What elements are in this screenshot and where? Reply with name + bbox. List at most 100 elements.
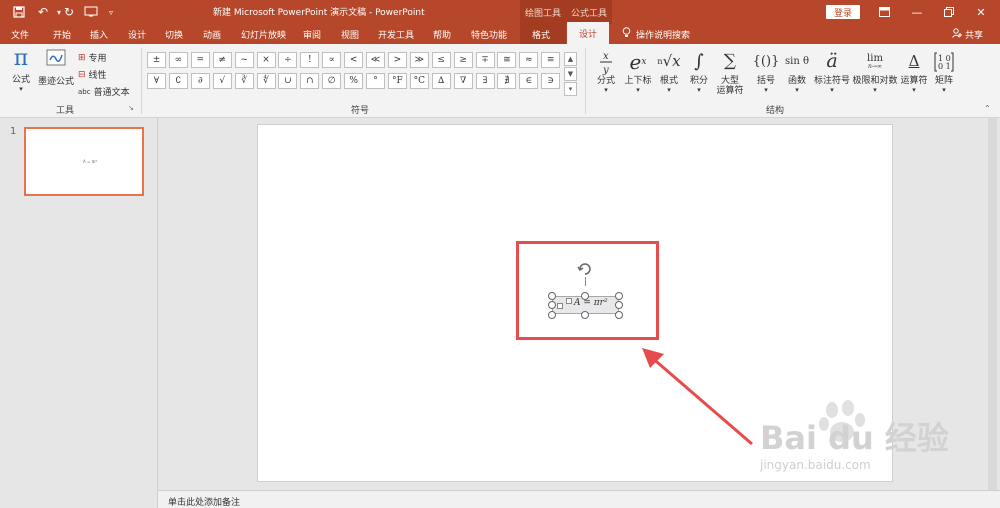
symbol-button[interactable]: ∛ xyxy=(234,73,254,89)
tab-slideshow[interactable]: 幻灯片放映 xyxy=(241,24,286,44)
tab-insert[interactable]: 插入 xyxy=(90,24,108,44)
tab-animations[interactable]: 动画 xyxy=(203,24,221,44)
symbol-button[interactable]: ∩ xyxy=(300,73,320,89)
limit-log-button[interactable]: lim n→∞ 极限和对数 ▾ xyxy=(852,48,898,95)
plain-text-button[interactable]: abc 普通文本 xyxy=(78,84,130,99)
tab-help[interactable]: 帮助 xyxy=(433,24,451,44)
symbol-button[interactable]: ≈ xyxy=(519,52,539,68)
dropdown-icon: ▾ xyxy=(912,86,916,95)
notes-pane[interactable]: 单击此处添加备注 xyxy=(158,490,1000,508)
fraction-icon: xy xyxy=(599,48,613,76)
customize-toolbar-icon[interactable]: ▿ xyxy=(102,3,120,21)
slide-thumbnail[interactable]: A = πr² xyxy=(24,127,144,196)
symbol-button[interactable]: ∆ xyxy=(431,73,451,89)
symbol-button[interactable]: ∪ xyxy=(278,73,298,89)
symbol-button[interactable]: ≠ xyxy=(212,52,232,68)
fraction-button[interactable]: xy 分式 ▾ xyxy=(594,48,618,94)
share-button[interactable]: 共享 xyxy=(952,24,983,44)
tab-home[interactable]: 开始 xyxy=(53,24,71,44)
gallery-more-icon[interactable]: ▾ xyxy=(564,82,577,96)
symbol-button[interactable]: % xyxy=(344,73,364,89)
collapse-ribbon-icon[interactable]: ⌃ xyxy=(984,104,991,113)
symbol-button[interactable]: ~ xyxy=(234,52,254,68)
tab-view[interactable]: 视图 xyxy=(341,24,359,44)
symbol-button[interactable]: = xyxy=(190,52,210,68)
tab-transitions[interactable]: 切换 xyxy=(165,24,183,44)
symbol-button[interactable]: ≅ xyxy=(497,52,517,68)
tab-file[interactable]: 文件 xyxy=(11,24,29,44)
tell-me-search[interactable]: 操作说明搜索 xyxy=(622,24,690,44)
gallery-scroll-up-icon[interactable]: ▲ xyxy=(564,52,577,66)
symbol-button[interactable]: > xyxy=(387,52,407,68)
symbol-button[interactable]: < xyxy=(344,52,364,68)
professional-button[interactable]: ⊞ 专用 xyxy=(78,50,107,65)
tab-developer[interactable]: 开发工具 xyxy=(378,24,414,44)
symbol-button[interactable]: ∃ xyxy=(475,73,495,89)
symbol-button[interactable]: ∈ xyxy=(519,73,539,89)
linear-button[interactable]: ⊟ 线性 xyxy=(78,67,107,82)
symbol-button[interactable]: ∇ xyxy=(453,73,473,89)
accent-button[interactable]: ä 标注符号 ▾ xyxy=(813,48,851,94)
symbol-button[interactable]: √ xyxy=(212,73,232,89)
matrix-button[interactable]: 1 00 1 矩阵 ▾ xyxy=(932,48,956,94)
ink-equation-button[interactable]: 墨迹公式 xyxy=(38,48,74,87)
redo-icon[interactable]: ↻ xyxy=(60,3,78,21)
large-operator-label: 大型 运算符 xyxy=(716,76,744,97)
symbol-button[interactable]: ! xyxy=(300,52,320,68)
tab-equation-design[interactable]: 设计 xyxy=(567,22,609,44)
operator-button[interactable]: Δ 运算符 ▾ xyxy=(900,48,928,95)
symbol-button[interactable]: °F xyxy=(387,73,407,89)
function-label: 函数 xyxy=(787,76,806,86)
integral-button[interactable]: ∫ 积分 ▾ xyxy=(686,48,712,95)
symbol-button[interactable]: × xyxy=(256,52,276,68)
dropdown-icon: ▾ xyxy=(764,86,768,95)
tab-review[interactable]: 审阅 xyxy=(303,24,321,44)
highlight-box xyxy=(516,241,659,340)
symbol-button[interactable]: ≪ xyxy=(366,52,385,68)
function-button[interactable]: sin θ 函数 ▾ xyxy=(783,48,811,94)
symbols-group-label: 符号 xyxy=(350,106,369,116)
symbol-button[interactable]: ∞ xyxy=(168,52,188,68)
close-icon[interactable]: ✕ xyxy=(970,3,992,21)
tab-format[interactable]: 格式 xyxy=(532,24,550,44)
symbol-button[interactable]: ∄ xyxy=(497,73,517,89)
tab-design[interactable]: 设计 xyxy=(128,24,146,44)
symbol-button[interactable]: ∅ xyxy=(322,73,342,89)
symbol-button[interactable]: ÷ xyxy=(278,52,298,68)
symbol-button[interactable]: ≡ xyxy=(541,52,561,68)
symbol-button[interactable]: ≤ xyxy=(431,52,451,68)
dialog-launcher-icon[interactable]: ↘ xyxy=(128,104,134,112)
symbol-button[interactable]: ≫ xyxy=(409,52,429,68)
script-icon: ex xyxy=(629,49,647,74)
slide-thumbnail-pane: 1 A = πr² xyxy=(0,118,158,508)
radical-button[interactable]: n √ x 根式 ▾ xyxy=(656,48,682,95)
operator-icon: Δ xyxy=(908,52,920,71)
restore-icon[interactable] xyxy=(938,3,960,21)
symbol-button[interactable]: ∂ xyxy=(190,73,210,89)
formula-button[interactable]: π 公式 ▾ xyxy=(8,48,34,94)
symbol-button[interactable]: ≥ xyxy=(453,52,473,68)
symbol-button[interactable]: ∜ xyxy=(256,73,276,89)
radical-label: 根式 xyxy=(659,76,678,86)
script-button[interactable]: ex 上下标 ▾ xyxy=(622,48,654,94)
symbol-button[interactable]: ± xyxy=(147,52,166,68)
start-from-beginning-icon[interactable] xyxy=(82,3,100,21)
gallery-scroll-down-icon[interactable]: ▼ xyxy=(564,67,577,81)
tab-features[interactable]: 特色功能 xyxy=(471,24,507,44)
login-button[interactable]: 登录 xyxy=(826,5,860,19)
large-operator-button[interactable]: ∑ 大型 运算符 xyxy=(714,48,746,97)
group-separator xyxy=(585,48,586,114)
ribbon-display-options-icon[interactable] xyxy=(873,3,895,21)
limit-log-label: 极限和对数 xyxy=(852,76,898,86)
symbol-button[interactable]: ∀ xyxy=(147,73,166,89)
symbol-button[interactable]: ∓ xyxy=(475,52,495,68)
symbol-button[interactable]: °C xyxy=(409,73,429,89)
symbol-button[interactable]: ∁ xyxy=(168,73,188,89)
save-icon[interactable] xyxy=(10,3,28,21)
bracket-button[interactable]: {()} 括号 ▾ xyxy=(752,48,780,95)
symbol-button[interactable]: ∋ xyxy=(541,73,561,89)
symbol-button[interactable]: ∝ xyxy=(322,52,342,68)
symbol-button[interactable]: ° xyxy=(366,73,385,89)
minimize-icon[interactable]: — xyxy=(906,3,928,21)
radical-icon: n √ x xyxy=(657,52,681,71)
